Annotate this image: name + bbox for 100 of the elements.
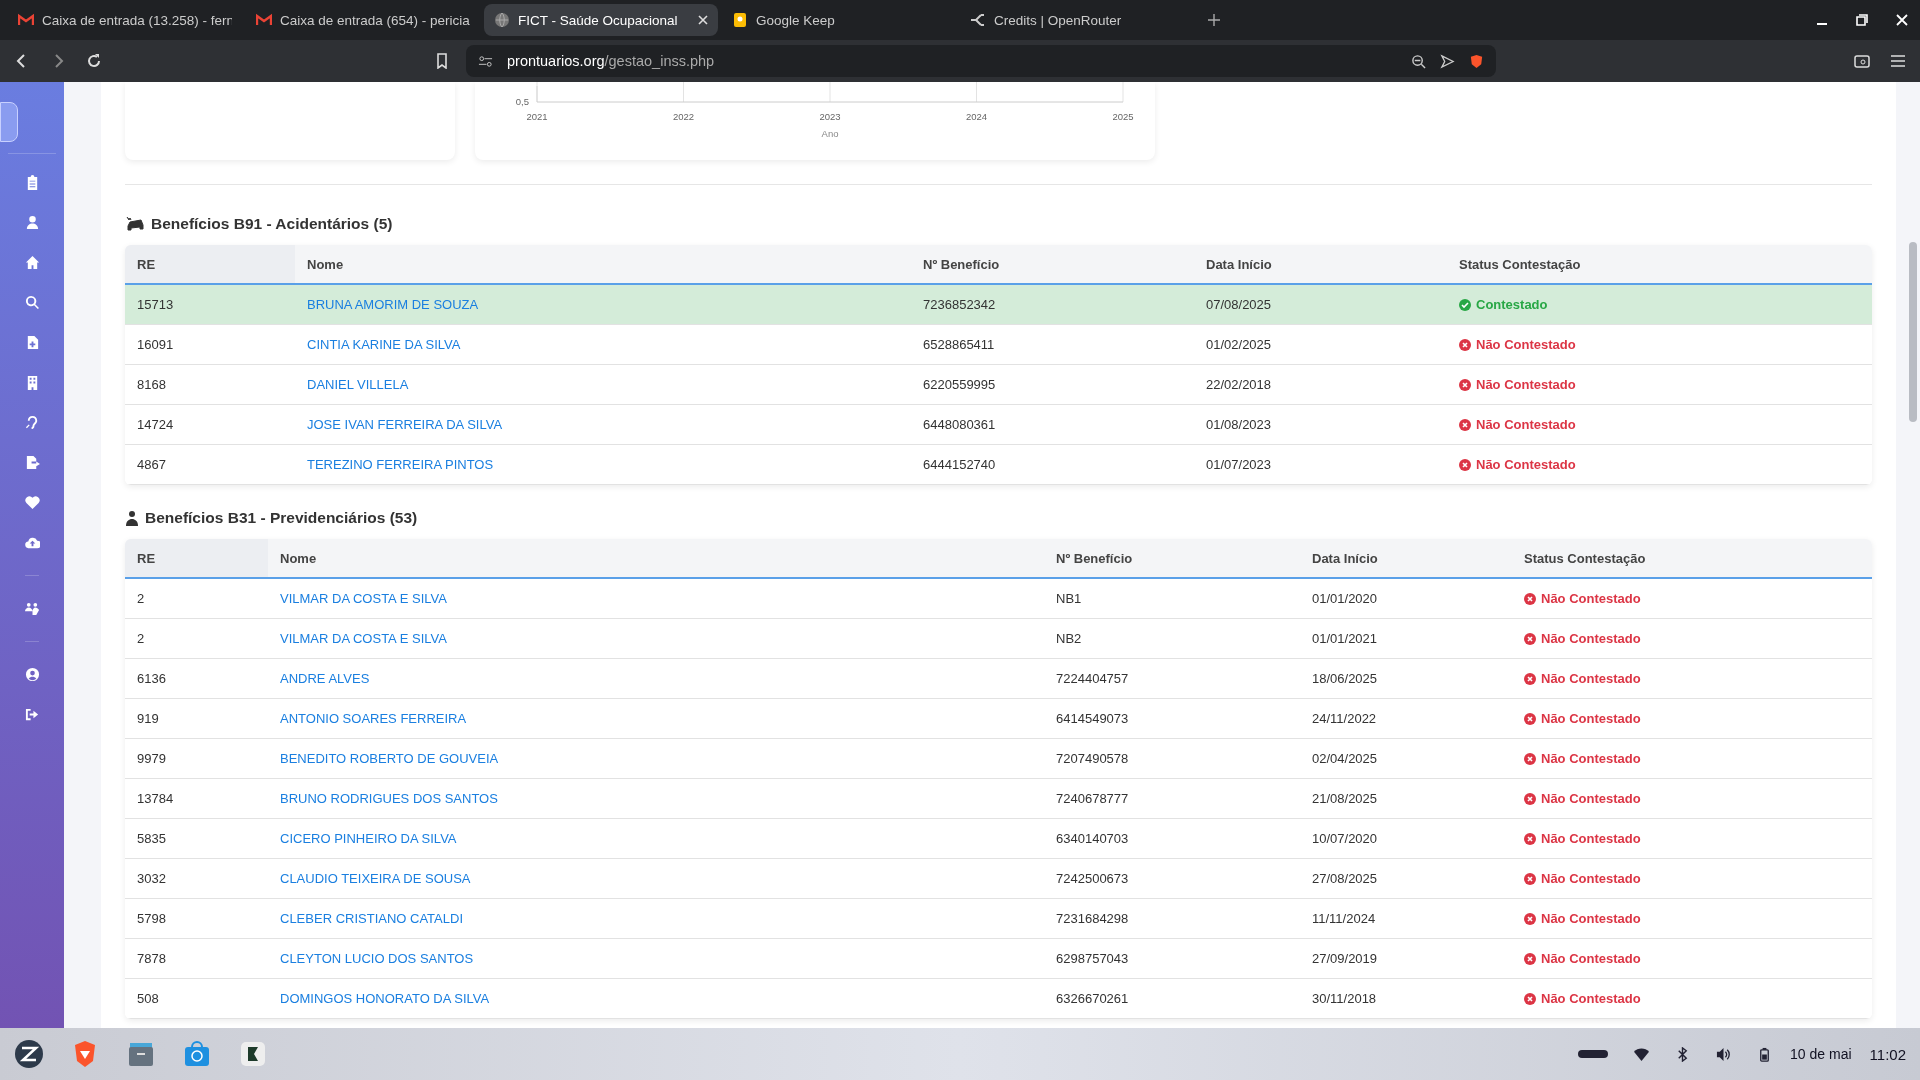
table-cell: 7207490578 bbox=[1056, 751, 1129, 766]
name-link[interactable]: CINTIA KARINE DA SILVA bbox=[307, 337, 461, 352]
browser-tab[interactable]: Google Keep bbox=[722, 4, 956, 36]
column-header[interactable]: RE bbox=[125, 245, 295, 283]
name-link[interactable]: ANTONIO SOARES FERREIRA bbox=[280, 711, 467, 726]
cloud-icon[interactable] bbox=[24, 535, 40, 550]
table-cell: 24/11/2022 bbox=[1312, 711, 1377, 726]
column-header[interactable]: Nome bbox=[268, 539, 1044, 577]
table-cell: 7242500673 bbox=[1056, 871, 1129, 886]
name-link[interactable]: CLAUDIO TEIXEIRA DE SOUSA bbox=[280, 871, 471, 886]
table-cell: 9979 bbox=[137, 751, 166, 766]
name-link[interactable]: BRUNO RODRIGUES DOS SANTOS bbox=[280, 791, 498, 806]
status-label: Não Contestado bbox=[1541, 911, 1641, 926]
table-cell: 15713 bbox=[137, 297, 174, 312]
name-link[interactable]: DOMINGOS HONORATO DA SILVA bbox=[280, 991, 490, 1006]
share-icon[interactable] bbox=[1440, 53, 1455, 69]
cross-icon bbox=[1524, 912, 1536, 925]
table-cell: 07/08/2025 bbox=[1206, 297, 1272, 312]
bookmark-icon[interactable] bbox=[434, 53, 450, 69]
cross-icon bbox=[1459, 338, 1471, 351]
column-header[interactable]: Nº Benefício bbox=[1044, 539, 1300, 577]
menu-icon[interactable] bbox=[1890, 53, 1906, 69]
address-field[interactable]: prontuarios.org/gestao_inss.php bbox=[466, 45, 1496, 77]
browser-tab[interactable]: Caixa de entrada (654) - pericia bbox=[246, 4, 480, 36]
zoom-out-icon[interactable] bbox=[1411, 53, 1426, 69]
table-cell: 6340140703 bbox=[1056, 831, 1129, 846]
scrollbar-thumb[interactable] bbox=[1909, 242, 1917, 422]
name-link[interactable]: VILMAR DA COSTA E SILVA bbox=[280, 631, 447, 646]
table-cell: 5835 bbox=[137, 831, 166, 846]
keyboard-indicator[interactable] bbox=[1578, 1050, 1609, 1058]
cross-icon bbox=[1524, 792, 1536, 805]
column-header[interactable]: RE bbox=[125, 539, 268, 577]
table-cell: 6220559995 bbox=[923, 377, 996, 392]
table-cell: 14724 bbox=[137, 417, 174, 432]
volume-icon[interactable] bbox=[1716, 1046, 1732, 1062]
column-header[interactable]: Data Início bbox=[1300, 539, 1512, 577]
reload-icon[interactable] bbox=[86, 53, 102, 69]
table-cell: NB1 bbox=[1056, 591, 1082, 606]
table-cell: 6414549073 bbox=[1056, 711, 1129, 726]
restore-icon[interactable] bbox=[1856, 14, 1868, 26]
note-icon bbox=[732, 12, 748, 28]
table-cell: 27/08/2025 bbox=[1312, 871, 1378, 886]
table-cell: 3032 bbox=[137, 871, 166, 886]
cross-icon bbox=[1524, 992, 1536, 1005]
name-link[interactable]: TEREZINO FERREIRA PINTOS bbox=[307, 457, 494, 472]
check-icon bbox=[1459, 298, 1471, 311]
new-tab-icon[interactable] bbox=[1208, 14, 1220, 26]
browser-tab[interactable]: FICT - Saúde Ocupacional bbox=[484, 4, 718, 36]
status-label: Não Contestado bbox=[1541, 711, 1641, 726]
shield-icon[interactable] bbox=[1469, 53, 1484, 69]
sidebar-toggle[interactable] bbox=[0, 102, 18, 142]
cross-icon bbox=[1524, 832, 1536, 845]
table-cell: 7878 bbox=[137, 951, 166, 966]
status-label: Não Contestado bbox=[1541, 671, 1641, 686]
table-cell: 02/04/2025 bbox=[1312, 751, 1378, 766]
search-icon[interactable] bbox=[24, 295, 40, 310]
browser-tab[interactable]: Credits | OpenRouter bbox=[960, 4, 1194, 36]
table-cell: 508 bbox=[137, 991, 159, 1006]
status-label: Não Contestado bbox=[1541, 591, 1641, 606]
wifi-icon[interactable] bbox=[1634, 1046, 1650, 1062]
status-label: Não Contestado bbox=[1541, 951, 1641, 966]
file-export-icon[interactable] bbox=[24, 455, 40, 470]
name-link[interactable]: CICERO PINHEIRO DA SILVA bbox=[280, 831, 457, 846]
column-header[interactable]: Status Contestação bbox=[1512, 539, 1856, 577]
users-icon[interactable] bbox=[24, 601, 40, 616]
store-icon[interactable] bbox=[182, 1039, 212, 1069]
table-cell: 10/07/2020 bbox=[1312, 831, 1378, 846]
column-header[interactable]: Status Contestação bbox=[1447, 245, 1856, 283]
cross-icon bbox=[1524, 712, 1536, 725]
ear-icon[interactable] bbox=[24, 415, 40, 430]
section-title: Benefícios B91 - Acidentários (5) bbox=[151, 215, 393, 233]
clock-label[interactable]: 11:02 bbox=[1869, 1045, 1906, 1063]
name-link[interactable]: CLEYTON LUCIO DOS SANTOS bbox=[280, 951, 474, 966]
date-label[interactable]: 10 de mai bbox=[1790, 1046, 1852, 1062]
column-header[interactable]: Nome bbox=[295, 245, 911, 283]
close-icon[interactable] bbox=[698, 15, 708, 25]
name-link[interactable]: JOSE IVAN FERREIRA DA SILVA bbox=[307, 417, 503, 432]
home-icon[interactable] bbox=[24, 255, 40, 270]
status-label: Não Contestado bbox=[1476, 457, 1576, 472]
name-link[interactable]: DANIEL VILLELA bbox=[307, 377, 409, 392]
table-cell: 7231684298 bbox=[1056, 911, 1129, 926]
name-link[interactable]: ANDRE ALVES bbox=[280, 671, 370, 686]
status-label: Não Contestado bbox=[1541, 871, 1641, 886]
section-title: Benefícios B31 - Previdenciários (53) bbox=[145, 509, 418, 527]
column-header[interactable]: Data Início bbox=[1194, 245, 1447, 283]
status-label: Não Contestado bbox=[1476, 337, 1576, 352]
status-label: Não Contestado bbox=[1541, 751, 1641, 766]
name-link[interactable]: VILMAR DA COSTA E SILVA bbox=[280, 591, 447, 606]
app-icon[interactable] bbox=[238, 1039, 268, 1069]
name-link[interactable]: BENEDITO ROBERTO DE GOUVEIA bbox=[280, 751, 499, 766]
logout-icon[interactable] bbox=[24, 707, 40, 722]
user-icon[interactable] bbox=[24, 215, 40, 230]
system-logo-icon[interactable] bbox=[14, 1039, 44, 1069]
cross-icon bbox=[1524, 632, 1536, 645]
column-header[interactable]: Nº Benefício bbox=[911, 245, 1194, 283]
status-label: Não Contestado bbox=[1541, 831, 1641, 846]
status-label: Não Contestado bbox=[1476, 417, 1576, 432]
name-link[interactable]: CLEBER CRISTIANO CATALDI bbox=[280, 911, 463, 926]
wallet-icon[interactable] bbox=[1854, 53, 1870, 69]
heart-icon[interactable] bbox=[24, 495, 40, 510]
